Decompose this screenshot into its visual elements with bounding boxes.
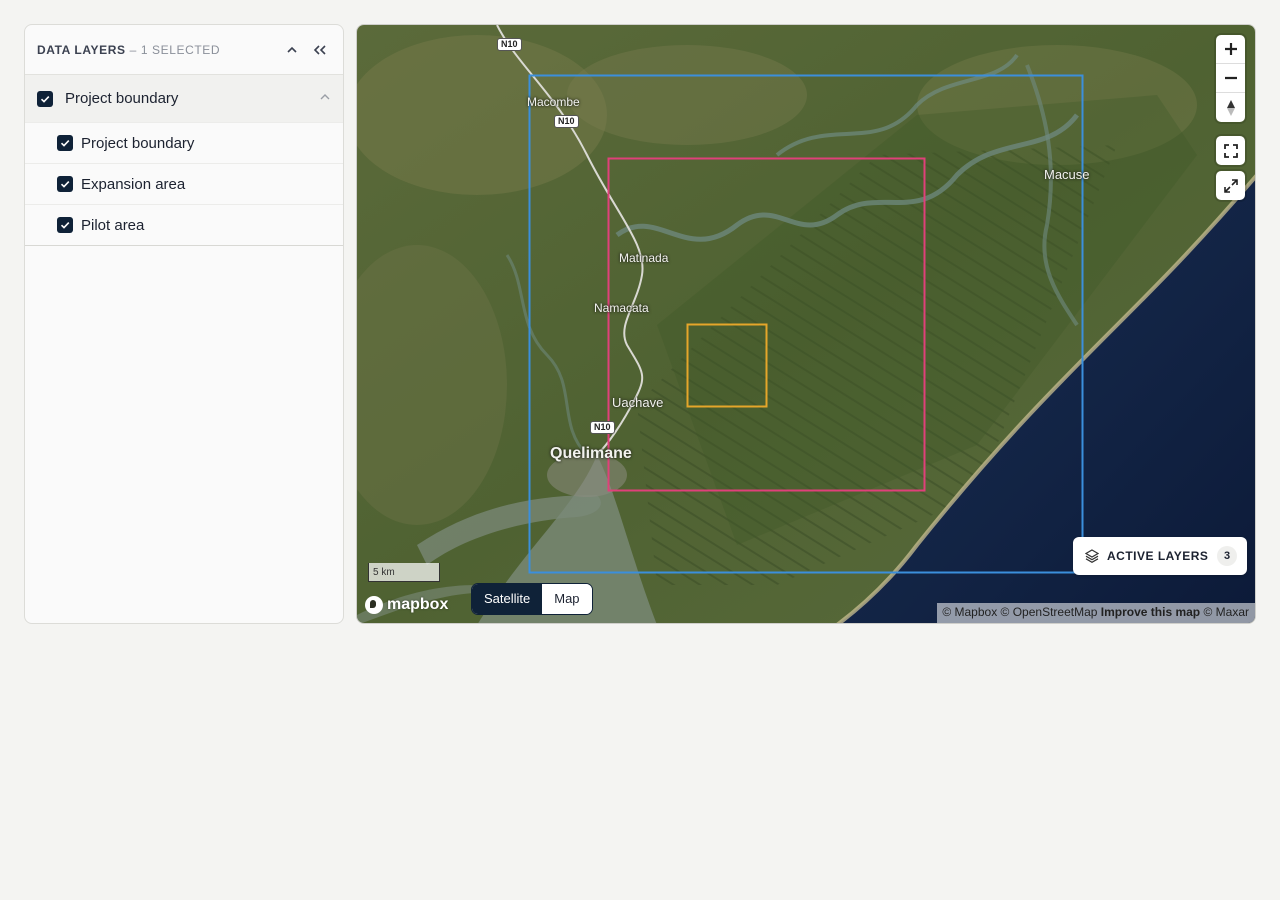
place-label-uachave: Uachave — [612, 395, 664, 410]
collapse-all-button[interactable] — [281, 39, 303, 61]
check-icon — [60, 181, 70, 188]
group-checkbox[interactable] — [37, 90, 53, 107]
compass-icon — [1226, 99, 1235, 116]
layer-item-project-boundary[interactable]: Project boundary — [25, 123, 343, 164]
data-layers-panel: Data layers – 1 selected Project boundar… — [24, 24, 344, 624]
check-icon — [60, 222, 70, 229]
chevron-up-icon — [287, 46, 297, 53]
layer-group-project-boundary[interactable]: Project boundary — [25, 75, 343, 123]
place-label-namacata: Namacata — [594, 301, 649, 315]
zoom-in-button[interactable] — [1216, 35, 1245, 64]
zoom-out-icon — [1224, 76, 1237, 80]
mapbox-logo-icon — [365, 596, 383, 614]
zoom-controls — [1216, 35, 1245, 122]
satellite-toggle-button[interactable]: Satellite — [472, 584, 543, 614]
attribution-maxar-link[interactable]: © Maxar — [1203, 605, 1249, 619]
layer-item-pilot-area[interactable]: Pilot area — [25, 205, 343, 246]
satellite-imagery — [357, 25, 1255, 623]
layer-checkbox[interactable] — [57, 176, 73, 192]
attribution-osm-link[interactable]: © OpenStreetMap — [1001, 605, 1098, 619]
reset-bearing-button[interactable] — [1216, 93, 1245, 122]
map-attribution: © Mapbox © OpenStreetMap Improve this ma… — [937, 603, 1255, 623]
chevron-up-icon — [320, 93, 330, 99]
check-icon — [40, 95, 50, 103]
layer-label: Expansion area — [81, 175, 186, 193]
fullscreen-button[interactable] — [1216, 136, 1245, 165]
double-chevron-left-icon — [313, 44, 326, 55]
active-layers-count: 3 — [1217, 546, 1237, 566]
map-style-toggle: Satellite Map — [471, 583, 593, 615]
layer-checkbox[interactable] — [57, 135, 73, 151]
hide-panel-button[interactable] — [309, 39, 331, 61]
mapbox-logo-text: mapbox — [387, 596, 449, 613]
layer-label: Project boundary — [81, 134, 195, 152]
mapbox-logo[interactable]: mapbox — [365, 596, 448, 614]
layer-item-expansion-area[interactable]: Expansion area — [25, 164, 343, 205]
layer-checkbox[interactable] — [57, 217, 73, 233]
road-shield-n10: N10 — [590, 421, 615, 434]
expand-map-button[interactable] — [1216, 171, 1245, 200]
layer-label: Pilot area — [81, 216, 145, 234]
layers-icon — [1085, 549, 1099, 563]
scale-bar: 5 km — [368, 563, 440, 582]
group-collapse-button[interactable] — [319, 90, 331, 108]
panel-title: Data layers — [37, 42, 126, 57]
check-icon — [60, 140, 70, 147]
map-view[interactable]: Macombe Macuse Matinada Namacata Uachave… — [356, 24, 1256, 624]
zoom-in-icon — [1224, 43, 1237, 55]
expand-control — [1216, 171, 1245, 200]
place-label-quelimane: Quelimane — [550, 445, 632, 462]
expand-icon — [1223, 178, 1238, 193]
place-label-macombe: Macombe — [527, 95, 580, 109]
fullscreen-control — [1216, 136, 1245, 165]
road-shield-n10: N10 — [497, 38, 522, 51]
attribution-mapbox-link[interactable]: © Mapbox — [942, 605, 997, 619]
panel-header: Data layers – 1 selected — [25, 25, 343, 75]
active-layers-label: Active layers — [1107, 549, 1209, 563]
panel-selected-count: – 1 selected — [129, 42, 221, 57]
road-shield-n10: N10 — [554, 115, 579, 128]
map-toggle-button[interactable]: Map — [542, 584, 592, 614]
fullscreen-icon — [1223, 143, 1238, 158]
place-label-matinada: Matinada — [619, 251, 669, 265]
improve-map-link[interactable]: Improve this map — [1101, 605, 1200, 619]
place-label-macuse: Macuse — [1044, 167, 1090, 182]
active-layers-button[interactable]: Active layers 3 — [1073, 537, 1247, 575]
group-label: Project boundary — [65, 90, 179, 107]
zoom-out-button[interactable] — [1216, 64, 1245, 93]
